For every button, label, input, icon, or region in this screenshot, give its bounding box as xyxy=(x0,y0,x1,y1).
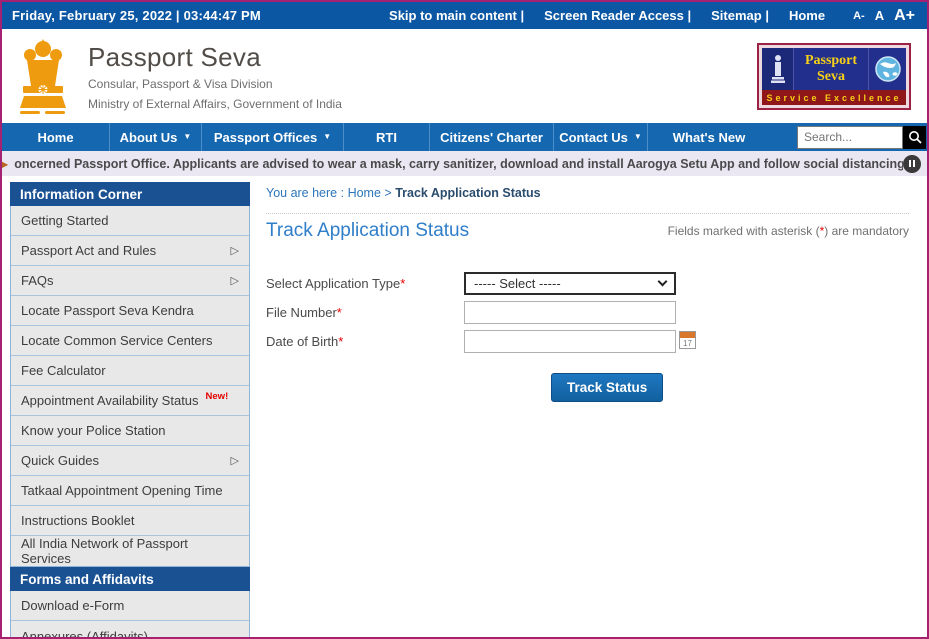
submenu-arrow-icon: ▷ xyxy=(231,454,239,467)
file-number-input[interactable] xyxy=(464,301,676,324)
sidebar-section-forms-and-affidavits: Forms and Affidavits xyxy=(10,567,250,591)
date-of-birth-label: Date of Birth* xyxy=(266,334,464,349)
site-header: Passport Seva Consular, Passport & Visa … xyxy=(2,29,927,123)
badge-caption: Service Excellence xyxy=(762,90,906,105)
screen-reader-access-link[interactable]: Screen Reader Access | xyxy=(544,8,697,23)
ticker-text: oncerned Passport Office. Applicants are… xyxy=(14,157,903,171)
application-type-select[interactable]: ----- Select ----- xyxy=(464,272,676,295)
font-size-controls: A- A A+ xyxy=(853,7,915,25)
search-button[interactable] xyxy=(903,126,926,149)
form-row-file-number: File Number* xyxy=(266,301,909,324)
track-status-button[interactable]: Track Status xyxy=(551,373,663,402)
sitemap-link[interactable]: Sitemap | xyxy=(711,8,775,23)
application-type-selected-value: ----- Select ----- xyxy=(474,276,561,291)
font-normal-button[interactable]: A xyxy=(875,8,884,23)
submenu-arrow-icon: ▷ xyxy=(231,244,239,257)
badge-pillar-icon xyxy=(762,48,794,90)
sidebar-item-tatkaal-appointment[interactable]: Tatkaal Appointment Opening Time xyxy=(11,476,249,506)
site-subtitle-division: Consular, Passport & Visa Division xyxy=(88,77,342,91)
sidebar-item-know-your-police-station[interactable]: Know your Police Station xyxy=(11,416,249,446)
ticker-pause-button[interactable] xyxy=(903,155,921,173)
asterisk: * xyxy=(400,276,405,291)
button-row: Track Status xyxy=(266,373,909,402)
site-title: Passport Seva xyxy=(88,42,342,73)
breadcrumb: You are here : Home > Track Application … xyxy=(266,186,909,200)
sidebar-list: Download e-Form Annexures (Affidavits) xyxy=(10,591,250,637)
chevron-down-icon: ▼ xyxy=(323,133,331,141)
nav-item-rti[interactable]: RTI xyxy=(344,123,430,151)
font-increase-button[interactable]: A+ xyxy=(894,7,915,25)
nav-item-citizens-charter[interactable]: Citizens' Charter xyxy=(430,123,554,151)
sidebar-item-appointment-availability[interactable]: Appointment Availability StatusNew! xyxy=(11,386,249,416)
nav-item-contact-us[interactable]: Contact Us▼ xyxy=(554,123,648,151)
brand-block: Passport Seva Consular, Passport & Visa … xyxy=(88,42,342,111)
asterisk: * xyxy=(338,334,343,349)
new-badge: New! xyxy=(206,391,229,402)
sidebar-item-all-india-network[interactable]: All India Network of Passport Services xyxy=(11,536,249,566)
sidebar-item-fee-calculator[interactable]: Fee Calculator xyxy=(11,356,249,386)
nav-item-home[interactable]: Home xyxy=(2,123,110,151)
breadcrumb-prefix: You are here : xyxy=(266,186,344,200)
chevron-down-icon: ▼ xyxy=(634,133,642,141)
sidebar-section-information-corner: Information Corner xyxy=(10,182,250,206)
calendar-day: 17 xyxy=(680,338,695,348)
sidebar-item-locate-csc[interactable]: Locate Common Service Centers xyxy=(11,326,249,356)
ticker-arrow-icon: ▶ xyxy=(2,157,8,171)
separator: | xyxy=(687,8,691,23)
breadcrumb-separator: > xyxy=(384,186,391,200)
sidebar-item-quick-guides[interactable]: Quick Guides▷ xyxy=(11,446,249,476)
date-of-birth-input[interactable] xyxy=(464,330,676,353)
notice-ticker: ▶ oncerned Passport Office. Applicants a… xyxy=(2,151,927,176)
breadcrumb-current: Track Application Status xyxy=(395,186,540,200)
datetime-display: Friday, February 25, 2022 | 03:44:47 PM xyxy=(12,8,261,23)
title-row: Track Application Status Fields marked w… xyxy=(266,213,909,242)
nav-item-about-us[interactable]: About Us▼ xyxy=(110,123,202,151)
chevron-down-icon xyxy=(658,277,668,287)
asterisk: * xyxy=(337,305,342,320)
mandatory-note: Fields marked with asterisk (*) are mand… xyxy=(668,224,909,238)
separator: | xyxy=(765,8,769,23)
sidebar: Information Corner Getting Started Passp… xyxy=(10,182,250,637)
calendar-icon[interactable]: 17 xyxy=(679,331,696,349)
nav-item-passport-offices[interactable]: Passport Offices▼ xyxy=(202,123,344,151)
sidebar-item-download-eform[interactable]: Download e-Form xyxy=(11,591,249,621)
main-panel: You are here : Home > Track Application … xyxy=(250,182,919,637)
sidebar-item-annexures-affidavits[interactable]: Annexures (Affidavits) xyxy=(11,621,249,637)
page-title: Track Application Status xyxy=(266,220,469,242)
sidebar-item-getting-started[interactable]: Getting Started xyxy=(11,206,249,236)
badge-title-line2: Seva xyxy=(817,69,845,84)
sidebar-item-instructions-booklet[interactable]: Instructions Booklet xyxy=(11,506,249,536)
badge-title-line1: Passport xyxy=(805,53,857,68)
font-decrease-button[interactable]: A- xyxy=(853,10,865,22)
separator: | xyxy=(521,8,525,23)
nav-item-whats-new[interactable]: What's New xyxy=(648,123,770,151)
passport-seva-logo-badge: Passport Seva Service Excellence xyxy=(757,43,911,110)
sidebar-item-faqs[interactable]: FAQs▷ xyxy=(11,266,249,296)
sidebar-item-passport-act-and-rules[interactable]: Passport Act and Rules▷ xyxy=(11,236,249,266)
sidebar-list: Getting Started Passport Act and Rules▷ … xyxy=(10,206,250,567)
search-icon xyxy=(908,130,922,144)
track-status-form: Select Application Type* ----- Select --… xyxy=(266,272,909,402)
home-link-top[interactable]: Home xyxy=(789,8,825,23)
breadcrumb-home-link[interactable]: Home xyxy=(348,186,381,200)
form-row-date-of-birth: Date of Birth* 17 xyxy=(266,330,909,353)
top-utility-bar: Friday, February 25, 2022 | 03:44:47 PM … xyxy=(2,2,927,29)
sidebar-item-locate-psk[interactable]: Locate Passport Seva Kendra xyxy=(11,296,249,326)
chevron-down-icon: ▼ xyxy=(183,133,191,141)
search-area xyxy=(797,123,927,151)
content-area: Information Corner Getting Started Passp… xyxy=(2,176,927,637)
file-number-label: File Number* xyxy=(266,305,464,320)
page: Friday, February 25, 2022 | 03:44:47 PM … xyxy=(0,0,929,639)
ashoka-emblem-icon xyxy=(12,36,74,116)
search-input[interactable] xyxy=(797,126,903,149)
form-row-application-type: Select Application Type* ----- Select --… xyxy=(266,272,909,295)
application-type-label: Select Application Type* xyxy=(266,276,464,291)
skip-to-main-content-link[interactable]: Skip to main content | xyxy=(389,8,530,23)
main-navigation: Home About Us▼ Passport Offices▼ RTI Cit… xyxy=(2,123,927,151)
submenu-arrow-icon: ▷ xyxy=(231,274,239,287)
site-subtitle-ministry: Ministry of External Affairs, Government… xyxy=(88,97,342,111)
globe-icon xyxy=(868,48,906,90)
